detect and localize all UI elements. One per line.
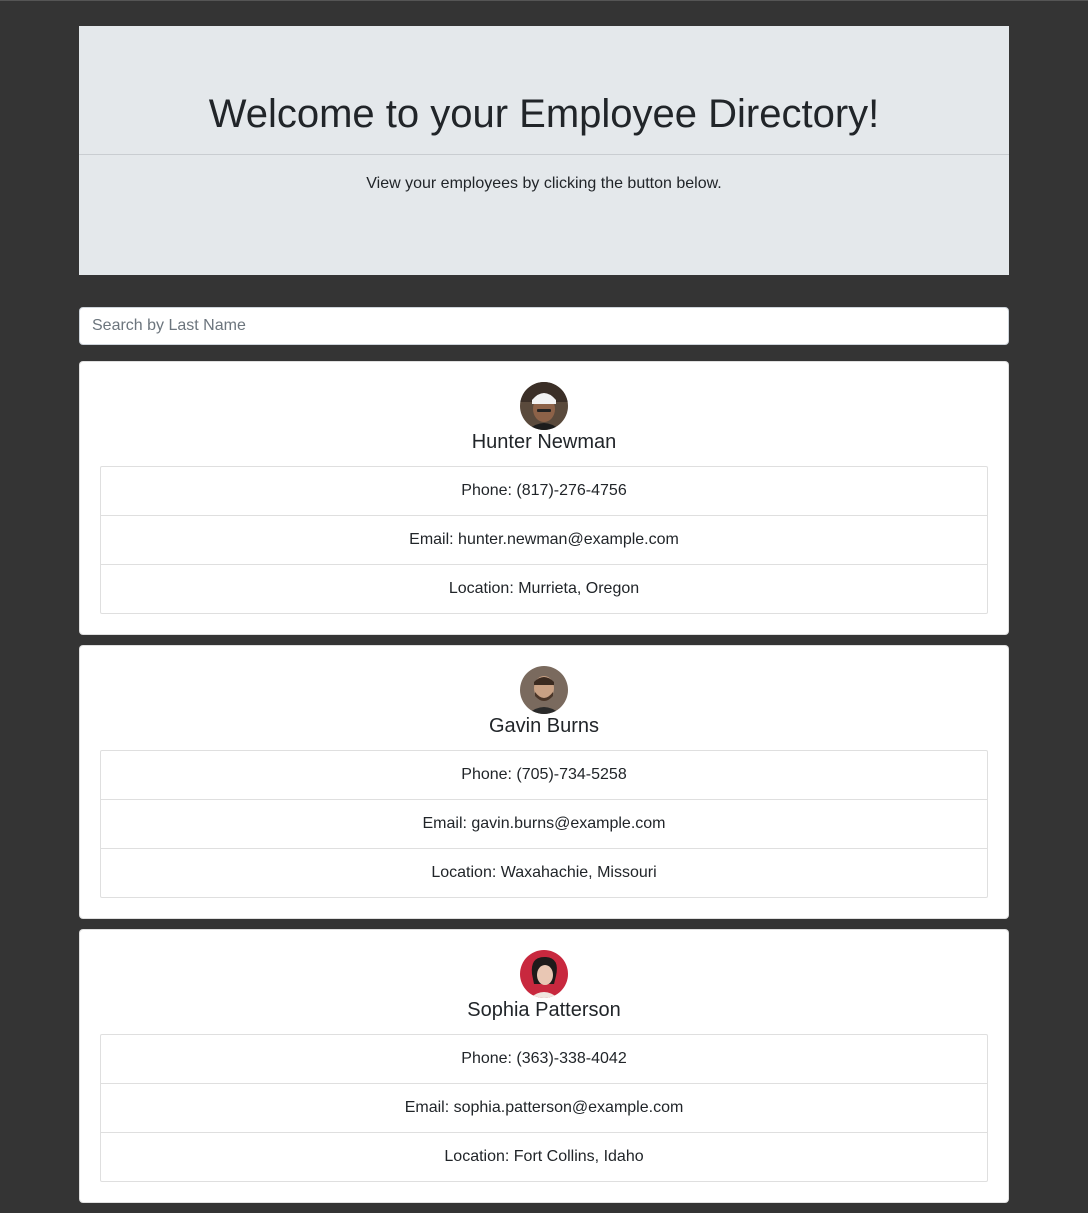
- employee-info-list: Phone: (363)-338-4042 Email: sophia.patt…: [100, 1034, 988, 1182]
- page-title: Welcome to your Employee Directory!: [208, 92, 880, 136]
- main-container: Welcome to your Employee Directory! View…: [79, 26, 1009, 1213]
- header-divider: [79, 154, 1009, 155]
- employee-phone: Phone: (817)-276-4756: [461, 482, 627, 499]
- employee-location: Location: Fort Collins, Idaho: [101, 1132, 987, 1181]
- page-subtitle: View your employees by clicking the butt…: [366, 175, 722, 192]
- header-jumbotron: Welcome to your Employee Directory! View…: [79, 26, 1009, 275]
- search-input[interactable]: [79, 307, 1009, 345]
- employee-phone: Phone: (363)-338-4042: [461, 1050, 627, 1067]
- employee-email: Email: hunter.newman@example.com: [101, 515, 987, 564]
- employee-email: Email: gavin.burns@example.com: [101, 799, 987, 848]
- employee-card: Sophia Patterson Phone: (363)-338-4042 E…: [79, 929, 1009, 1203]
- employee-info-list: Phone: (817)-276-4756 Email: hunter.newm…: [100, 466, 988, 614]
- top-border: [0, 0, 1088, 1]
- employee-avatar-icon: [520, 950, 568, 998]
- employee-avatar-icon: [520, 382, 568, 430]
- employee-phone: Phone: (705)-734-5258: [461, 766, 627, 783]
- employee-location: Location: Waxahachie, Missouri: [101, 848, 987, 897]
- employee-avatar-icon: [520, 666, 568, 714]
- employee-name: Sophia Patterson: [467, 999, 621, 1021]
- employee-card: Gavin Burns Phone: (705)-734-5258 Email:…: [79, 645, 1009, 919]
- employee-location: Location: Murrieta, Oregon: [101, 564, 987, 613]
- employee-name: Hunter Newman: [471, 431, 617, 453]
- employee-name: Gavin Burns: [488, 715, 600, 737]
- employee-email: Email: sophia.patterson@example.com: [101, 1083, 987, 1132]
- employee-card: Hunter Newman Phone: (817)-276-4756 Emai…: [79, 361, 1009, 635]
- employee-list: Hunter Newman Phone: (817)-276-4756 Emai…: [79, 361, 1009, 1203]
- employee-info-list: Phone: (705)-734-5258 Email: gavin.burns…: [100, 750, 988, 898]
